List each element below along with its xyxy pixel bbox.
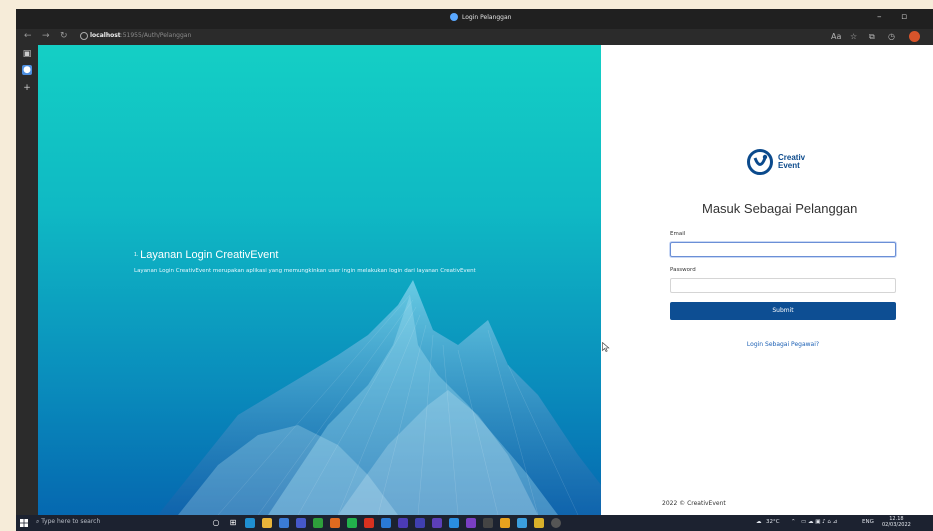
minimize-icon[interactable]: –	[877, 12, 882, 22]
site-favicon-icon	[450, 13, 458, 21]
tab-actions-icon[interactable]: ▣	[22, 49, 32, 59]
media-encoder-icon[interactable]	[432, 518, 442, 528]
taskbar-clock[interactable]: 12.18 02/03/2022	[882, 516, 911, 528]
hero-description: Layanan Login CreativEvent merupakan apl…	[134, 268, 476, 274]
logo-line2: Event	[778, 161, 800, 170]
cortana-icon[interactable]: ○	[211, 518, 221, 528]
url-path: :51955/Auth/Pelanggan	[120, 32, 192, 39]
url-host: localhost	[90, 32, 121, 39]
illustrator-icon[interactable]	[364, 518, 374, 528]
mouse-cursor-icon	[602, 342, 610, 352]
restore-icon[interactable]: ▫	[901, 12, 907, 22]
task-view-icon[interactable]: ⊞	[228, 518, 238, 528]
taskbar-search[interactable]: ⌕ Type here to search	[36, 518, 100, 526]
browser-window: Login Pelanggan – ▫ ← → ↻ localhost:5195…	[16, 9, 933, 531]
vscode-icon[interactable]	[449, 518, 459, 528]
refresh-icon[interactable]: ↻	[60, 31, 68, 41]
app-icon-1[interactable]	[296, 518, 306, 528]
active-tab-icon[interactable]: ●	[22, 65, 32, 75]
tray-chevron-icon[interactable]: ⌃	[791, 519, 796, 525]
title-bar: Login Pelanggan – ▫	[16, 9, 933, 29]
tray-status-icons[interactable]: ▭ ☁ ▣ ♪ ⌂ ⊿	[801, 519, 837, 525]
xbox-icon[interactable]	[313, 518, 323, 528]
address-bar: ← → ↻ localhost:51955/Auth/Pelanggan Aa …	[16, 29, 933, 45]
app-icon-5[interactable]	[551, 518, 561, 528]
email-label: Email	[670, 231, 686, 237]
app-icon-4[interactable]	[517, 518, 527, 528]
app-icon-2[interactable]	[330, 518, 340, 528]
hero-title-text: Layanan Login CreativEvent	[140, 249, 279, 261]
read-aloud-icon[interactable]: Aa	[831, 32, 841, 41]
weather-temp[interactable]: 32°C	[766, 519, 780, 525]
clock-date: 02/03/2022	[882, 522, 911, 528]
taskbar: ⌕ Type here to search ○ ⊞ ☁ 32°C ⌃ ▭ ☁ ▣…	[16, 515, 933, 531]
photoshop-icon[interactable]	[381, 518, 391, 528]
tab-title: Login Pelanggan	[462, 13, 512, 21]
history-icon[interactable]: ◷	[888, 32, 895, 41]
premiere-icon[interactable]	[398, 518, 408, 528]
chrome-icon[interactable]	[500, 518, 510, 528]
creativevent-logo: Creativ Event	[747, 149, 805, 175]
submit-button[interactable]: Submit	[670, 302, 896, 320]
edge-icon[interactable]	[245, 518, 255, 528]
url-field[interactable]: localhost:51955/Auth/Pelanggan	[90, 32, 191, 39]
hero-number: 1.	[134, 252, 139, 259]
browser-sidebar: ▣ ● +	[16, 45, 38, 515]
spotify-icon[interactable]	[347, 518, 357, 528]
profile-avatar[interactable]	[909, 31, 920, 42]
file-explorer-icon[interactable]	[262, 518, 272, 528]
visual-studio-icon[interactable]	[466, 518, 476, 528]
weather-icon[interactable]: ☁	[756, 519, 762, 525]
hero-panel: 1. Layanan Login CreativEvent Layanan Log…	[38, 45, 601, 515]
search-icon: ⌕	[36, 518, 40, 525]
hero-title: 1. Layanan Login CreativEvent	[134, 249, 278, 261]
new-tab-icon[interactable]: +	[22, 83, 32, 93]
app-icon-3[interactable]	[483, 518, 493, 528]
store-icon[interactable]	[279, 518, 289, 528]
collections-icon[interactable]: ⧉	[869, 32, 875, 42]
language-indicator[interactable]: ENG	[862, 519, 874, 525]
window-title: Login Pelanggan	[450, 13, 511, 21]
login-panel: Creativ Event Masuk Sebagai Pelanggan Em…	[601, 45, 933, 515]
email-field[interactable]	[670, 242, 896, 257]
windows-start-icon[interactable]	[20, 519, 28, 527]
site-info-icon[interactable]	[80, 32, 88, 40]
after-effects-icon[interactable]	[415, 518, 425, 528]
login-heading: Masuk Sebagai Pelanggan	[702, 201, 858, 216]
login-pegawai-link[interactable]: Login Sebagai Pegawai?	[601, 341, 933, 348]
forward-icon[interactable]: →	[42, 31, 50, 41]
sticky-notes-icon[interactable]	[534, 518, 544, 528]
favorite-star-icon[interactable]: ☆	[850, 32, 857, 41]
password-label: Password	[670, 267, 696, 273]
logo-icon	[747, 149, 773, 175]
mountain-illustration	[158, 280, 601, 515]
search-placeholder: Type here to search	[41, 518, 101, 525]
footer-copyright: 2022 © CreativEvent	[662, 500, 726, 507]
back-icon[interactable]: ←	[24, 31, 32, 41]
password-field[interactable]	[670, 278, 896, 293]
